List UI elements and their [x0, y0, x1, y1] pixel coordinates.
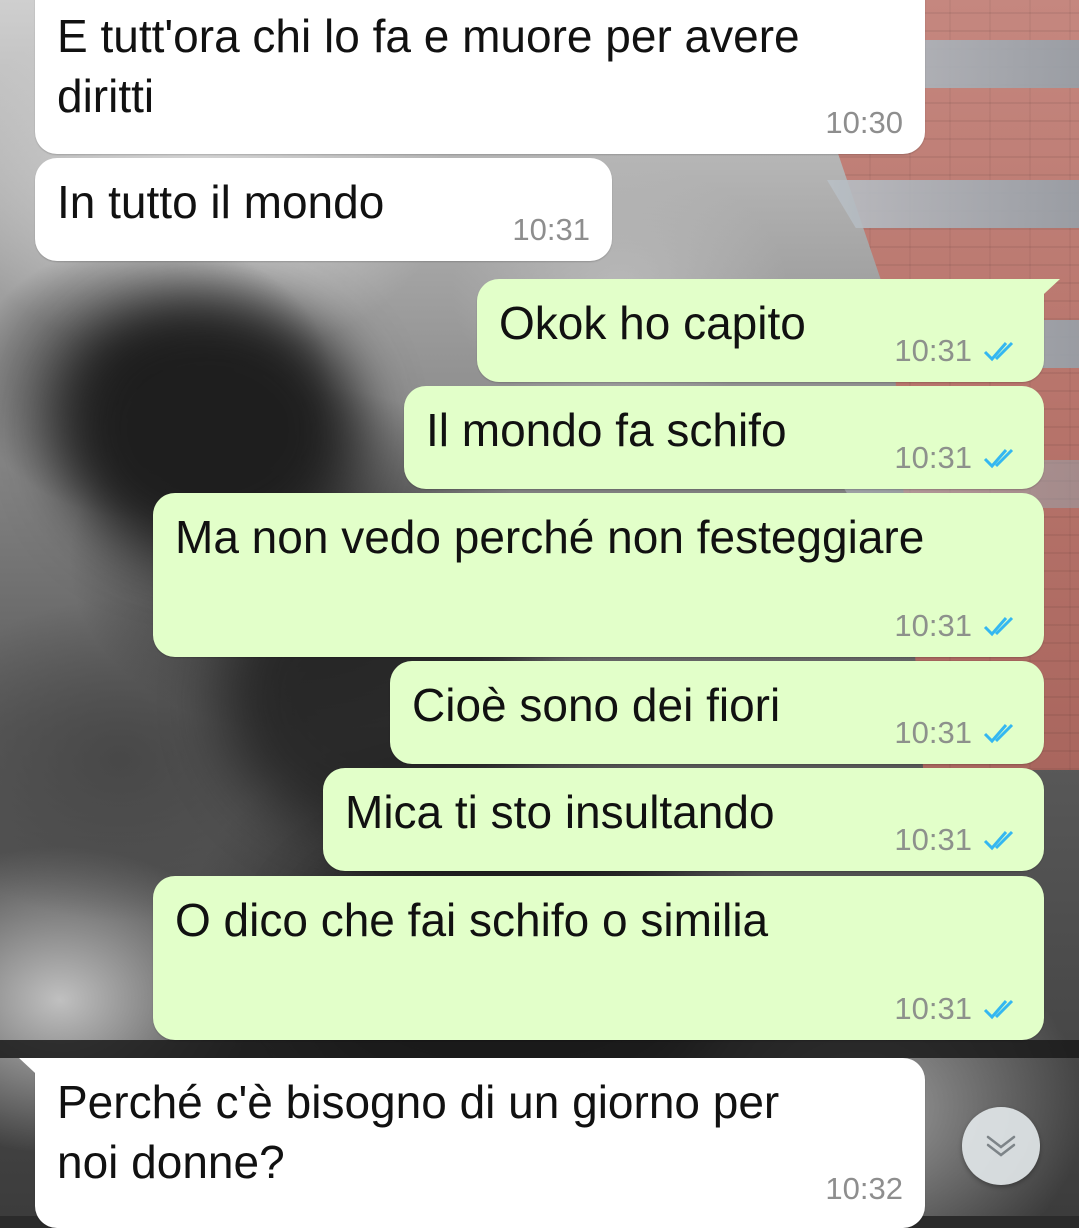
message-meta: 10:31 [894, 823, 1022, 857]
message-meta: 10:30 [825, 106, 903, 140]
message-text: O dico che fai schifo o similia [175, 894, 769, 946]
chevron-double-down-icon [986, 1135, 1016, 1157]
read-receipt-icon [983, 723, 1014, 744]
read-receipt-icon [983, 830, 1014, 851]
message-bubble-incoming[interactable]: E tutt'ora chi lo fa e muore per avere d… [35, 0, 925, 154]
message-bubble-incoming[interactable]: Perché c'è bisogno di un giorno per noi … [19, 1058, 925, 1228]
message-bubble-outgoing[interactable]: Cioè sono dei fiori 10:31 [390, 661, 1044, 764]
scroll-to-bottom-button[interactable] [962, 1107, 1040, 1185]
message-text: Ma non vedo perché non festeggiare [175, 511, 925, 563]
message-bubble-outgoing[interactable]: Ma non vedo perché non festeggiare 10:31 [153, 493, 1044, 657]
message-time: 10:31 [894, 822, 972, 857]
wallpaper-window [827, 180, 1079, 228]
message-time: 10:31 [894, 991, 972, 1026]
message-bubble-outgoing[interactable]: Il mondo fa schifo 10:31 [404, 386, 1044, 489]
message-bubble-outgoing[interactable]: O dico che fai schifo o similia 10:31 [153, 876, 1044, 1040]
read-receipt-icon [983, 999, 1014, 1020]
message-meta: 10:31 [894, 334, 1022, 368]
message-bubble-incoming[interactable]: In tutto il mondo 10:31 [35, 158, 612, 261]
message-time: 10:31 [512, 212, 590, 247]
message-time: 10:31 [894, 440, 972, 475]
message-time: 10:31 [894, 608, 972, 643]
message-bubble-outgoing[interactable]: Okok ho capito 10:31 [477, 279, 1060, 382]
message-meta: 10:32 [825, 1172, 903, 1206]
message-text: Perché c'è bisogno di un giorno per noi … [57, 1076, 780, 1188]
message-bubble-outgoing[interactable]: Mica ti sto insultando 10:31 [323, 768, 1044, 871]
message-meta: 10:31 [512, 213, 590, 247]
message-text: In tutto il mondo [57, 176, 385, 228]
message-time: 10:31 [894, 715, 972, 750]
message-time: 10:31 [894, 333, 972, 368]
message-meta: 10:31 [894, 441, 1022, 475]
message-text: E tutt'ora chi lo fa e muore per avere d… [57, 10, 800, 122]
wallpaper-shadow [0, 1040, 1079, 1058]
message-meta: 10:31 [894, 992, 1022, 1026]
read-receipt-icon [983, 616, 1014, 637]
message-time: 10:32 [825, 1171, 903, 1206]
message-meta: 10:31 [894, 609, 1022, 643]
read-receipt-icon [983, 448, 1014, 469]
read-receipt-icon [983, 341, 1014, 362]
message-meta: 10:31 [894, 716, 1022, 750]
message-time: 10:30 [825, 105, 903, 140]
